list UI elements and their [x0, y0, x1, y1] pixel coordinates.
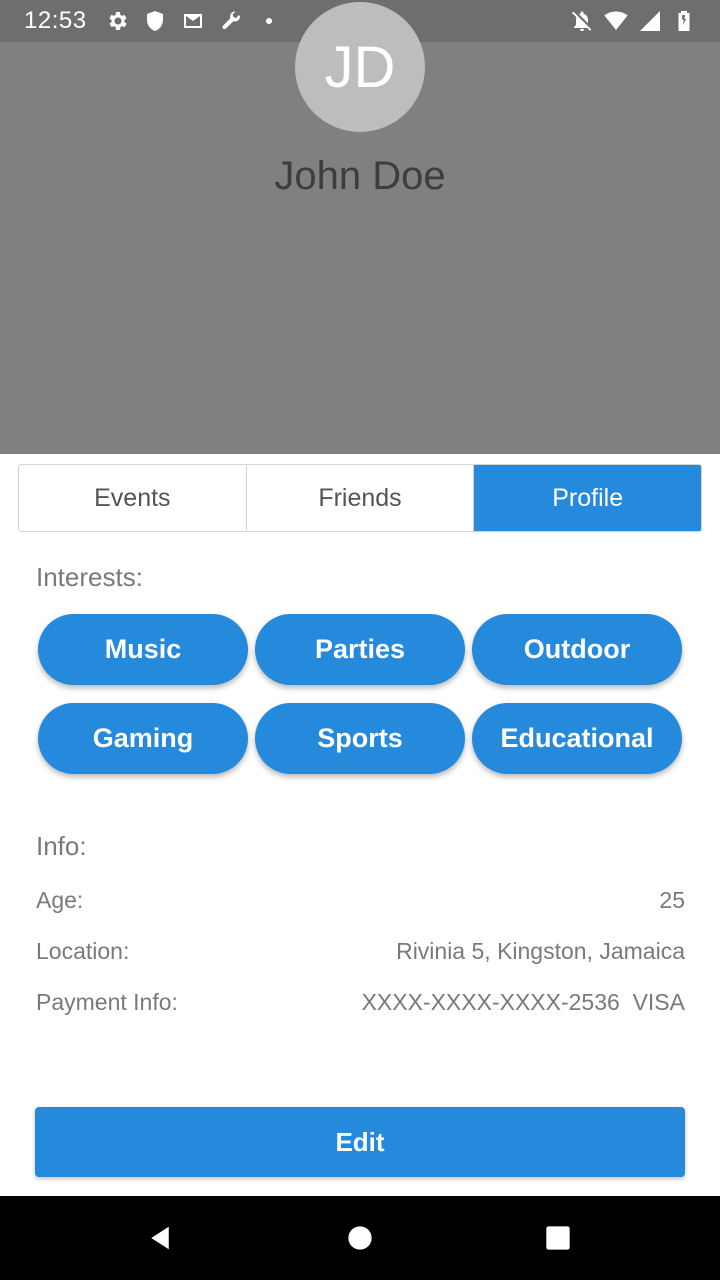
dot-icon: [257, 9, 281, 33]
interest-chip-educational[interactable]: Educational: [472, 703, 682, 774]
recents-icon[interactable]: [542, 1222, 574, 1254]
wifi-icon: [604, 9, 628, 33]
info-label: Location:: [36, 938, 130, 964]
interests-grid: Music Parties Outdoor Gaming Sports Educ…: [38, 614, 684, 774]
tab-friends[interactable]: Friends: [247, 465, 475, 531]
info-row-payment: Payment Info: XXXX-XXXX-XXXX-2536 VISA: [36, 989, 685, 1016]
status-time: 12:53: [24, 7, 87, 34]
notifications-off-icon: [570, 9, 594, 33]
tab-profile[interactable]: Profile: [474, 465, 701, 531]
profile-header: JD John Doe: [0, 2, 720, 454]
info-value: XXXX-XXXX-XXXX-2536 VISA: [361, 989, 685, 1015]
info-row-age: Age: 25: [36, 887, 685, 914]
navigation-bar: [0, 1196, 720, 1280]
interests-title: Interests:: [36, 562, 143, 592]
info-value: Rivinia 5, Kingston, Jamaica: [396, 938, 685, 964]
info-label: Payment Info:: [36, 989, 178, 1015]
mail-icon: [181, 9, 205, 33]
tab-events[interactable]: Events: [19, 465, 247, 531]
edit-button[interactable]: Edit: [35, 1107, 685, 1177]
info-title: Info:: [36, 831, 87, 861]
home-icon[interactable]: [344, 1222, 376, 1254]
info-value: 25: [659, 887, 685, 913]
battery-icon: [672, 9, 696, 33]
signal-icon: [638, 9, 662, 33]
status-icons-left: [105, 9, 281, 33]
status-icons-right: [570, 9, 696, 33]
interest-chip-parties[interactable]: Parties: [255, 614, 465, 685]
back-icon[interactable]: [144, 1222, 176, 1254]
shield-icon: [143, 9, 167, 33]
interest-chip-outdoor[interactable]: Outdoor: [472, 614, 682, 685]
interest-chip-sports[interactable]: Sports: [255, 703, 465, 774]
tab-bar: Events Friends Profile: [18, 464, 702, 532]
gear-icon: [105, 9, 129, 33]
info-row-location: Location: Rivinia 5, Kingston, Jamaica: [36, 938, 685, 965]
interest-chip-music[interactable]: Music: [38, 614, 248, 685]
info-label: Age:: [36, 887, 84, 913]
user-name: John Doe: [274, 154, 446, 198]
avatar: JD: [295, 2, 425, 132]
interest-chip-gaming[interactable]: Gaming: [38, 703, 248, 774]
wrench-icon: [219, 9, 243, 33]
